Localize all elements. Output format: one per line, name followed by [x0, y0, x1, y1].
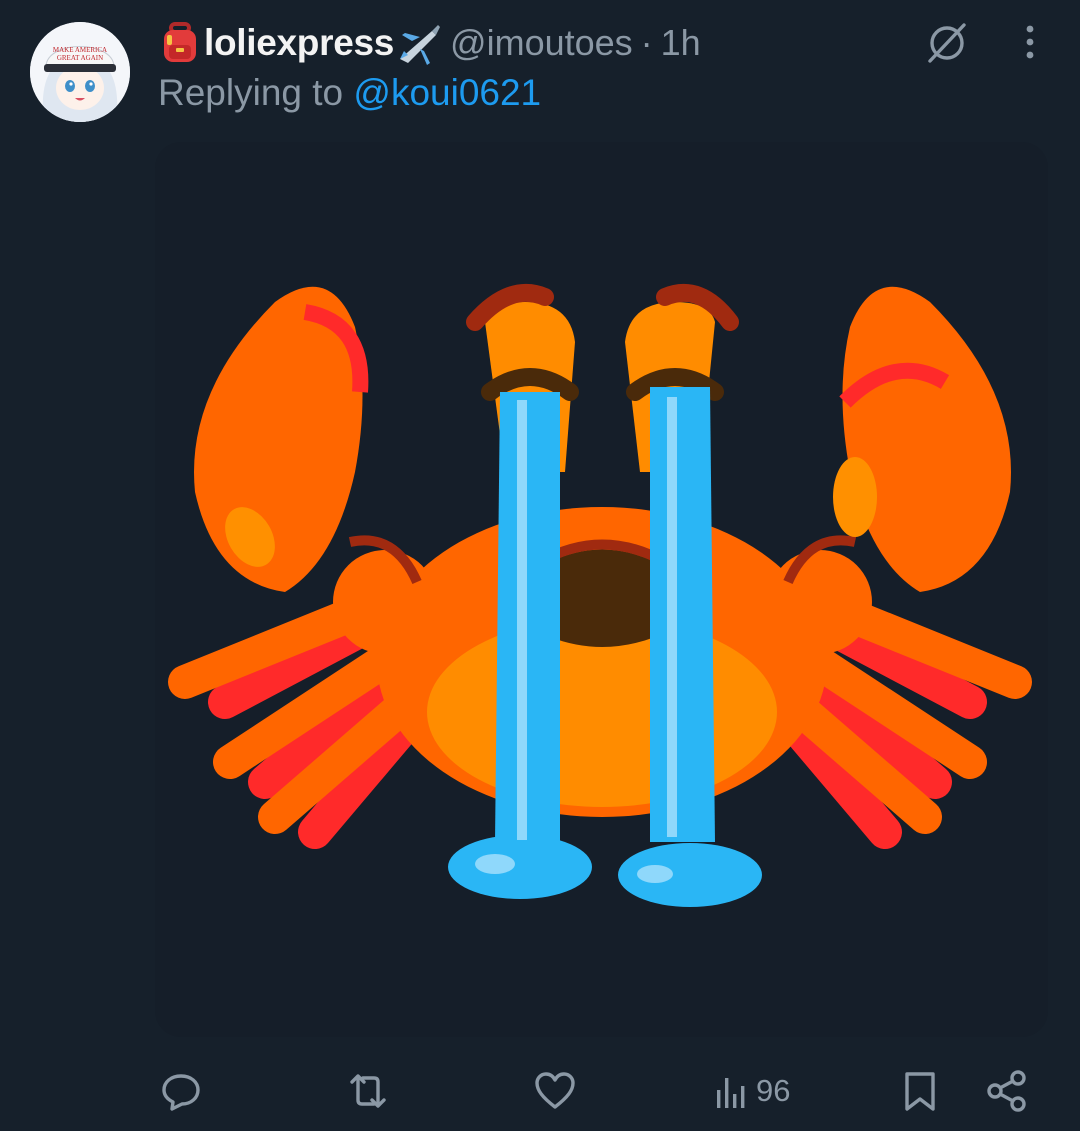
- share-icon: [987, 1070, 1026, 1112]
- tweet-media[interactable]: [155, 142, 1048, 1037]
- more-vertical-icon[interactable]: [1015, 22, 1045, 67]
- tweet-header: loliexpress @imoutoes · 1h: [158, 18, 701, 68]
- grok-icon[interactable]: [924, 20, 970, 71]
- avatar-image: MAKE AMERICA GREAT AGAIN: [30, 22, 130, 122]
- tweet-timestamp[interactable]: 1h: [661, 22, 701, 64]
- separator-dot: ·: [640, 22, 653, 63]
- reply-button[interactable]: [158, 1060, 204, 1122]
- avatar[interactable]: MAKE AMERICA GREAT AGAIN: [30, 22, 130, 122]
- backpack-icon: [158, 21, 202, 65]
- cap-text-line2: GREAT AGAIN: [57, 54, 103, 62]
- bookmark-button[interactable]: [900, 1060, 940, 1122]
- share-button[interactable]: [984, 1060, 1030, 1122]
- airplane-icon: [396, 21, 441, 65]
- crying-crab-image: [168, 283, 1032, 907]
- views-bars-icon: [717, 1078, 745, 1108]
- replying-to-label: Replying to: [158, 72, 344, 113]
- display-name[interactable]: loliexpress: [204, 22, 394, 64]
- reply-mention-link[interactable]: @koui0621: [353, 72, 541, 113]
- retweet-button[interactable]: [344, 1060, 392, 1122]
- reply-icon: [162, 1074, 200, 1111]
- cap-text-line1: MAKE AMERICA: [53, 46, 107, 54]
- bookmark-icon: [905, 1072, 935, 1111]
- views-count: 96: [756, 1073, 791, 1108]
- replying-to-line: Replying to @koui0621: [158, 72, 541, 114]
- user-handle[interactable]: @imoutoes: [450, 22, 633, 64]
- heart-icon: [535, 1072, 575, 1109]
- tweet-action-bar: 96: [0, 1060, 1080, 1122]
- views-button[interactable]: 96: [714, 1060, 790, 1122]
- like-button[interactable]: [532, 1060, 578, 1122]
- retweet-icon: [350, 1074, 386, 1108]
